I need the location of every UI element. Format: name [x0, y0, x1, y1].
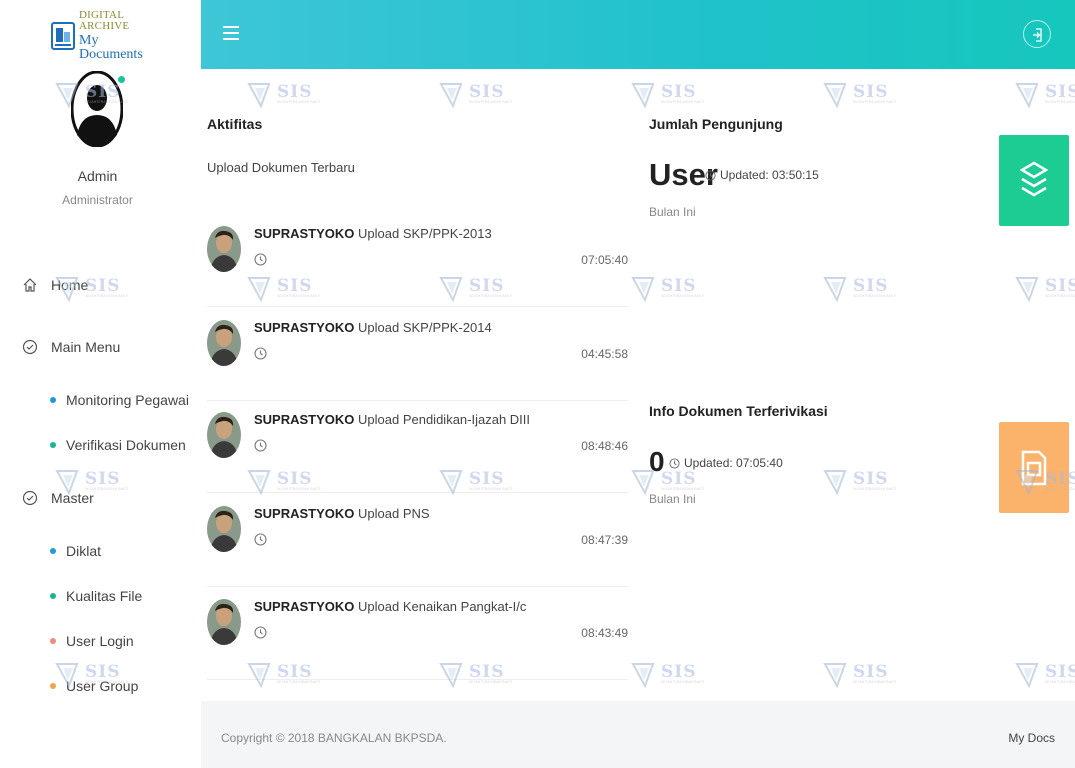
activity-item[interactable]: SUPRASTYOKO Upload Pendidikan-Ijazah DII…: [207, 399, 628, 493]
admin-avatar[interactable]: [70, 70, 124, 148]
clock-icon: [254, 253, 267, 266]
activity-subtitle: Upload Dokumen Terbaru: [207, 160, 355, 175]
top-bar: [201, 0, 1075, 69]
activity-time: 08:47:39: [581, 533, 628, 547]
check-circle-icon: [22, 490, 38, 506]
visitors-updated: Updated: 03:50:15: [705, 168, 819, 182]
nav-main-menu[interactable]: Main Menu: [22, 339, 120, 355]
uploader-avatar: [207, 506, 241, 552]
verified-tile[interactable]: [999, 422, 1069, 513]
nav-diklat[interactable]: Diklat: [50, 543, 101, 559]
nav-home-label: Home: [51, 277, 89, 293]
verified-title: Info Dokumen Terferivikasi: [649, 403, 828, 419]
activity-action: Upload Kenaikan Pangkat-I/c: [354, 599, 527, 614]
activity-item[interactable]: SUPRASTYOKO Upload SKP/PPK-2013 07:05:40: [207, 213, 628, 307]
bullet-dot: [50, 638, 56, 644]
app-logo[interactable]: DIGITAL ARCHIVE My Documents: [51, 10, 151, 62]
activity-text: SUPRASTYOKO Upload Kenaikan Pangkat-I/c: [254, 599, 526, 614]
user-role: Administrator: [62, 193, 133, 207]
verified-period: Bulan Ini: [649, 492, 696, 506]
bullet-dot: [50, 548, 56, 554]
nav-master-label: Master: [51, 490, 94, 506]
verified-updated-text: Updated: 07:05:40: [684, 456, 783, 470]
activity-time: 08:48:46: [581, 439, 628, 453]
check-circle-icon: [22, 339, 38, 355]
visitors-title: Jumlah Pengunjung: [649, 116, 783, 132]
logout-button[interactable]: [1023, 20, 1051, 48]
sidebar: DIGITAL ARCHIVE My Documents Admin Admin…: [0, 0, 201, 768]
divider: [207, 679, 628, 680]
activity-action: Upload Pendidikan-Ijazah DIII: [354, 412, 531, 427]
clock-icon: [254, 439, 267, 452]
nav-kualitas-file-label: Kualitas File: [66, 588, 143, 604]
uploader-avatar: [207, 320, 241, 366]
visitors-updated-text: Updated: 03:50:15: [720, 168, 819, 182]
home-icon: [23, 278, 37, 292]
logo-line-1: DIGITAL ARCHIVE: [79, 9, 130, 32]
footer-brand[interactable]: My Docs: [1008, 731, 1055, 745]
user-name: Admin: [77, 168, 118, 184]
clock-icon: [254, 626, 267, 639]
archive-icon: [51, 20, 77, 52]
activity-user: SUPRASTYOKO: [254, 506, 355, 521]
menu-toggle-icon[interactable]: [223, 25, 239, 41]
clock-icon: [254, 347, 267, 360]
footer-copyright: Copyright © 2018 BANGKALAN BKPSDA.: [221, 731, 447, 745]
nav-kualitas-file[interactable]: Kualitas File: [50, 588, 142, 604]
document-icon: [1021, 450, 1047, 485]
bullet-dot: [50, 397, 56, 403]
activity-user: SUPRASTYOKO: [254, 599, 355, 614]
visitors-tile[interactable]: [999, 135, 1069, 226]
layers-icon: [1020, 161, 1048, 196]
nav-master[interactable]: Master: [22, 490, 94, 506]
activity-action: Upload PNS: [354, 506, 430, 521]
activity-action: Upload SKP/PPK-2014: [354, 320, 492, 335]
activity-time: 07:05:40: [581, 253, 628, 267]
nav-verifikasi-dokumen-label: Verifikasi Dokumen: [66, 437, 186, 453]
main-content: Aktifitas Upload Dokumen Terbaru SUPRAST…: [201, 69, 1075, 701]
nav-main-menu-label: Main Menu: [51, 339, 121, 355]
activity-text: SUPRASTYOKO Upload Pendidikan-Ijazah DII…: [254, 412, 530, 427]
activity-user: SUPRASTYOKO: [254, 226, 355, 241]
nav-verifikasi-dokumen[interactable]: Verifikasi Dokumen: [50, 437, 186, 453]
nav-home[interactable]: Home: [22, 277, 88, 293]
nav-user-group-label: User Group: [66, 678, 139, 694]
logo-line-2: My Documents: [79, 33, 143, 62]
nav-user-login[interactable]: User Login: [50, 633, 134, 649]
logout-icon: [1033, 28, 1042, 42]
verified-updated: Updated: 07:05:40: [669, 456, 783, 470]
activity-item[interactable]: SUPRASTYOKO Upload SKP/PPK-2014 04:45:58: [207, 307, 628, 401]
nav-monitoring-pegawai[interactable]: Monitoring Pegawai: [50, 392, 189, 408]
activity-user: SUPRASTYOKO: [254, 320, 355, 335]
bullet-dot: [50, 593, 56, 599]
bullet-dot: [50, 683, 56, 689]
uploader-avatar: [207, 226, 241, 272]
footer: Copyright © 2018 BANGKALAN BKPSDA. My Do…: [201, 701, 1075, 768]
activity-text: SUPRASTYOKO Upload SKP/PPK-2014: [254, 320, 492, 335]
nav-user-login-label: User Login: [66, 633, 134, 649]
activity-time: 08:43:49: [581, 626, 628, 640]
clock-icon: [705, 169, 716, 181]
nav-user-group[interactable]: User Group: [50, 678, 138, 694]
activity-text: SUPRASTYOKO Upload SKP/PPK-2013: [254, 226, 492, 241]
activity-time: 04:45:58: [581, 347, 628, 361]
activity-text: SUPRASTYOKO Upload PNS: [254, 506, 430, 521]
online-status-dot: [118, 76, 125, 83]
uploader-avatar: [207, 412, 241, 458]
uploader-avatar: [207, 599, 241, 645]
nav-diklat-label: Diklat: [66, 543, 102, 559]
visitors-period: Bulan Ini: [649, 205, 696, 219]
clock-icon: [254, 533, 267, 546]
activity-item[interactable]: SUPRASTYOKO Upload PNS 08:47:39: [207, 493, 628, 587]
activity-item[interactable]: SUPRASTYOKO Upload Kenaikan Pangkat-I/c 0…: [207, 586, 628, 680]
activity-title: Aktifitas: [207, 116, 263, 132]
nav-monitoring-pegawai-label: Monitoring Pegawai: [66, 392, 189, 408]
clock-icon: [669, 457, 680, 469]
verified-value: 0: [649, 446, 665, 477]
bullet-dot: [50, 442, 56, 448]
activity-action: Upload SKP/PPK-2013: [354, 226, 492, 241]
activity-user: SUPRASTYOKO: [254, 412, 355, 427]
